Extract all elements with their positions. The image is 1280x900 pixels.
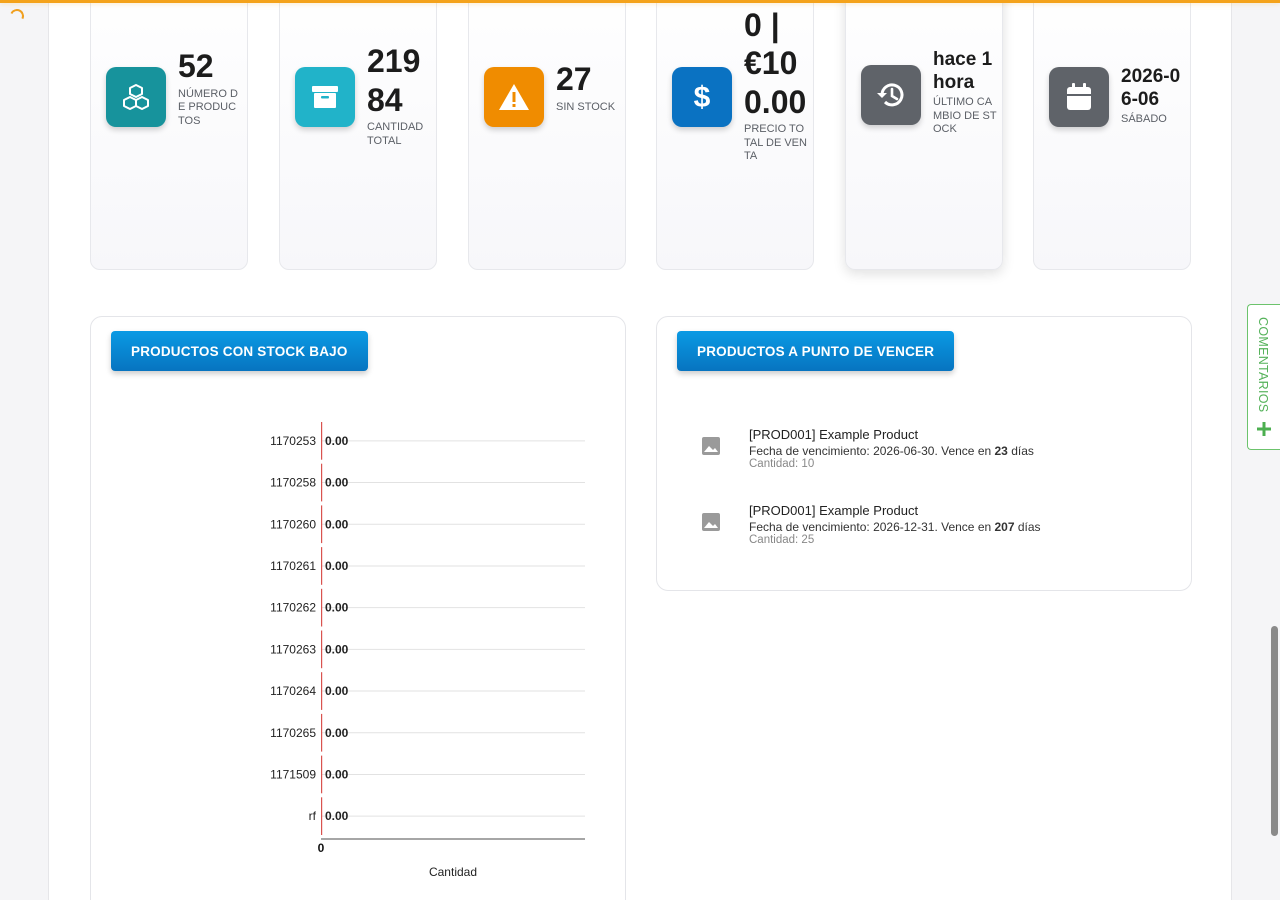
top-loading-bar — [0, 0, 1280, 3]
stat-content: 27 SIN STOCK — [556, 60, 620, 114]
stat-label: SIN STOCK — [556, 100, 616, 113]
stat-card-date: 2026-06-06 SÁBADO — [1033, 0, 1191, 270]
data-label: 0.00 — [325, 559, 349, 573]
expiring-item-date: Fecha de vencimiento: 2026-12-31. Vence … — [749, 520, 1041, 534]
chart-bar — [321, 463, 323, 502]
stat-value: 2026-06-06 — [1121, 66, 1181, 110]
chart-bar — [321, 755, 323, 794]
list-item[interactable]: [PROD001] Example Product Fecha de venci… — [697, 427, 1177, 487]
expiring-item-quantity: Cantidad: 25 — [749, 534, 815, 546]
list-item[interactable]: [PROD001] Example Product Fecha de venci… — [697, 503, 1177, 563]
y-tick-label: 1170262 — [270, 601, 316, 615]
data-label: 0.00 — [325, 601, 349, 615]
svg-text:$: $ — [694, 81, 711, 113]
expiring-item-title: [PROD001] Example Product — [749, 503, 919, 518]
y-tick-label: 1170260 — [270, 517, 316, 531]
y-tick-label: rf — [309, 809, 317, 823]
y-tick-label: 1170253 — [270, 434, 316, 448]
x-axis-label: Cantidad — [429, 865, 477, 879]
history-icon — [861, 65, 921, 125]
y-tick-label: 1171509 — [270, 767, 316, 781]
cubes-icon — [106, 67, 166, 127]
low-stock-chart: 1170253 0.00 1170258 0.00 1170260 0.00 1170261… — [270, 422, 585, 879]
data-label: 0.00 — [325, 476, 349, 490]
stat-value: 27 — [556, 61, 592, 97]
expiring-header: PRODUCTOS A PUNTO DE VENCER — [677, 331, 955, 371]
stat-content: $0.00 | €100.00 PRECIO TOTAL DE VENTA — [744, 0, 808, 164]
image-icon — [702, 513, 720, 531]
stat-content: 2026-06-06 SÁBADO — [1121, 65, 1185, 127]
feedback-tab[interactable]: COMENTARIOS — [1247, 304, 1280, 450]
stat-value: 52 — [178, 48, 214, 84]
image-icon — [702, 437, 720, 455]
dollar-icon: $ — [672, 67, 732, 127]
y-tick-label: 1170264 — [270, 684, 316, 698]
loading-spinner-icon — [8, 7, 26, 25]
stat-value: hace 1 hora — [933, 49, 993, 93]
chart-bar — [321, 422, 323, 460]
x-tick-label: 0 — [318, 841, 325, 855]
stat-card-total-price: $ $0.00 | €100.00 PRECIO TOTAL DE VENTA — [656, 0, 814, 270]
data-label: 0.00 — [325, 517, 349, 531]
data-label: 0.00 — [325, 809, 349, 823]
stat-label: PRECIO TOTAL DE VENTA — [744, 123, 807, 163]
data-label: 0.00 — [325, 434, 349, 448]
data-label: 0.00 — [325, 767, 349, 781]
expiring-panel: PRODUCTOS A PUNTO DE VENCER [PROD001] Ex… — [656, 316, 1192, 591]
y-tick-label: 1170258 — [270, 476, 316, 490]
dashboard-page: 52 NÚMERO DE PRODUCTOS 21984 CANTIDAD TO… — [48, 0, 1232, 900]
chart-bar — [321, 630, 323, 669]
stat-card-last-stock-change: hace 1 hora ÚLTIMO CAMBIO DE STOCK — [845, 0, 1003, 270]
archive-icon — [295, 67, 355, 127]
stat-label: NÚMERO DE PRODUCTOS — [178, 87, 238, 127]
stat-content: hace 1 hora ÚLTIMO CAMBIO DE STOCK — [933, 48, 997, 137]
chart-bar — [321, 505, 323, 544]
chart-bar — [321, 672, 323, 710]
chart-bar — [321, 547, 323, 585]
calendar-icon — [1049, 67, 1109, 127]
stat-card-total-quantity: 21984 CANTIDAD TOTAL — [279, 0, 437, 270]
stat-label: CANTIDAD TOTAL — [367, 121, 424, 147]
stat-content: 52 NÚMERO DE PRODUCTOS — [178, 47, 242, 128]
plus-icon — [1257, 422, 1271, 436]
stat-label: SÁBADO — [1121, 113, 1167, 125]
low-stock-panel: PRODUCTOS CON STOCK BAJO 1170253 0.00 1170… — [90, 316, 626, 900]
stat-value: $0.00 | €100.00 — [744, 0, 807, 120]
stat-value: 21984 — [367, 43, 421, 118]
expiring-item-title: [PROD001] Example Product — [749, 427, 919, 442]
stat-label: ÚLTIMO CAMBIO DE STOCK — [933, 96, 997, 136]
data-label: 0.00 — [325, 684, 349, 698]
stat-content: 21984 CANTIDAD TOTAL — [367, 42, 431, 148]
expiring-item-date: Fecha de vencimiento: 2026-06-30. Vence … — [749, 444, 1034, 458]
scrollbar-thumb[interactable] — [1271, 626, 1278, 836]
chart-bar — [321, 588, 323, 627]
data-label: 0.00 — [325, 642, 349, 656]
chart-bar — [321, 797, 323, 835]
feedback-label: COMENTARIOS — [1256, 317, 1270, 413]
stat-card-out-of-stock: 27 SIN STOCK — [468, 0, 626, 270]
expiring-item-quantity: Cantidad: 10 — [749, 458, 815, 470]
data-label: 0.00 — [325, 726, 349, 740]
y-tick-label: 1170261 — [270, 559, 316, 573]
chart-bar — [321, 713, 323, 752]
warning-icon — [484, 67, 544, 127]
y-tick-label: 1170263 — [270, 642, 316, 656]
y-tick-label: 1170265 — [270, 726, 316, 740]
stat-card-products: 52 NÚMERO DE PRODUCTOS — [90, 0, 248, 270]
